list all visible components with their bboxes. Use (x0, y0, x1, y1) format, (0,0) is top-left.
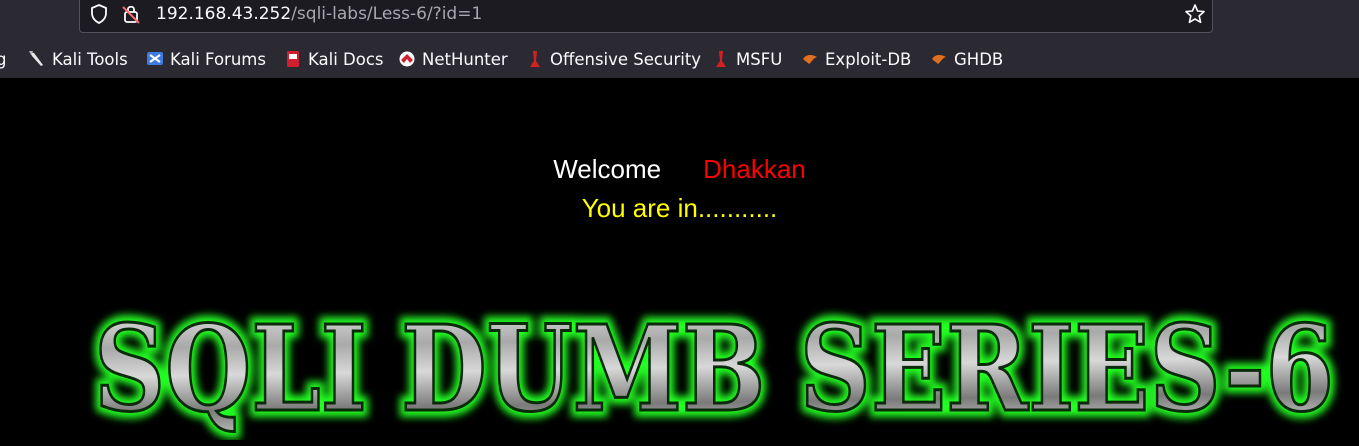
url-host: 192.168.43.252 (156, 4, 292, 24)
bookmark-label: g (0, 49, 7, 69)
username: Dhakkan (703, 154, 806, 184)
bookmark-label: GHDB (954, 49, 1004, 69)
bookmark-truncated[interactable]: g (0, 48, 6, 70)
bookmark-label: MSFU (736, 49, 783, 69)
kali-forums-icon (147, 52, 163, 65)
browser-chrome: 192.168.43.252/sqli-labs/Less-6/?id=1 g … (0, 0, 1359, 78)
address-bar[interactable]: 192.168.43.252/sqli-labs/Less-6/?id=1 (79, 0, 1213, 33)
banner-text: SQLI DUMB SERIES-6 (94, 300, 1334, 438)
shield-icon[interactable] (88, 3, 110, 25)
bookmark-offensive-security[interactable]: Offensive Security (526, 48, 701, 70)
page-content: Welcome Dhakkan You are in........... SQL… (0, 78, 1359, 446)
welcome-label: Welcome (553, 154, 662, 184)
bookmark-nethunter[interactable]: NetHunter (398, 48, 508, 70)
ghdb-icon (932, 54, 946, 64)
status-message: You are in........... (581, 193, 778, 223)
bookmark-star-icon[interactable] (1184, 3, 1206, 25)
bookmark-label: Kali Forums (170, 49, 266, 69)
offsec-icon (530, 51, 540, 67)
bookmark-label: Offensive Security (550, 49, 702, 69)
bookmark-label: Exploit-DB (825, 49, 912, 69)
bookmark-label: Kali Tools (52, 49, 128, 69)
bookmark-ghdb[interactable]: GHDB (930, 48, 1003, 70)
url-path: /sqli-labs/Less-6/?id=1 (291, 4, 483, 24)
bookmark-kali-tools[interactable]: Kali Tools (28, 48, 128, 70)
insecure-lock-icon[interactable] (120, 3, 142, 25)
nethunter-icon (399, 51, 415, 67)
kali-docs-icon (287, 51, 299, 67)
bookmark-exploit-db[interactable]: Exploit-DB (801, 48, 911, 70)
bookmark-kali-docs[interactable]: Kali Docs (284, 48, 384, 70)
msfu-icon (716, 51, 726, 67)
bookmark-kali-forums[interactable]: Kali Forums (146, 48, 266, 70)
exploit-db-icon (803, 54, 817, 64)
bookmark-label: Kali Docs (308, 49, 384, 69)
bookmark-msfu[interactable]: MSFU (712, 48, 782, 70)
welcome-line: Welcome Dhakkan (0, 154, 1359, 184)
url-text[interactable]: 192.168.43.252/sqli-labs/Less-6/?id=1 (156, 3, 482, 25)
kali-tools-icon (29, 51, 43, 66)
bookmark-label: NetHunter (422, 49, 508, 69)
title-banner-image: SQLI DUMB SERIES-6 SQLI DUMB SERIES-6 (87, 300, 1341, 440)
